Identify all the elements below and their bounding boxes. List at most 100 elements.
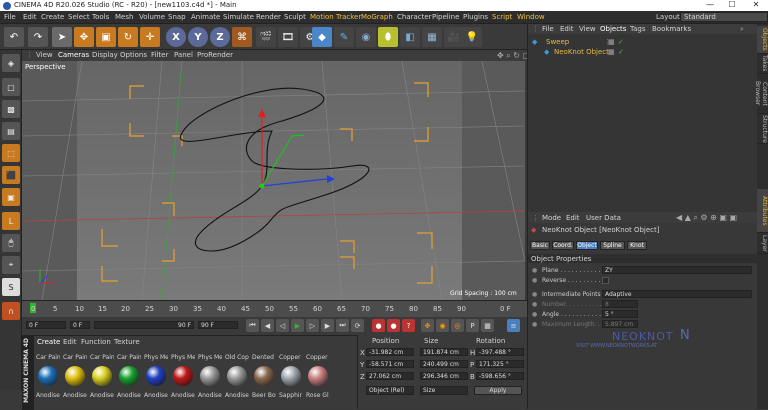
- render-picture-viewer-icon[interactable]: 🎞: [278, 27, 298, 47]
- cube-icon[interactable]: ◆: [312, 27, 332, 47]
- material-ball-icon[interactable]: [200, 366, 220, 386]
- maximize-button[interactable]: ☐: [722, 0, 742, 9]
- attr-tab-coord[interactable]: Coord.: [552, 241, 574, 250]
- snap-icon[interactable]: ⌖: [2, 256, 20, 274]
- attr-menu-edit[interactable]: Edit: [566, 214, 580, 222]
- menu-tools[interactable]: Tools: [92, 13, 109, 21]
- subdivision-icon[interactable]: ◉: [356, 27, 376, 47]
- polygons-mode-icon[interactable]: ▣: [2, 188, 20, 206]
- viewport[interactable]: Perspective Grid Spacing : 100 cm: [22, 61, 525, 300]
- obj-options-icon[interactable]: ⋮: [532, 25, 539, 33]
- viewport-menu-options[interactable]: Options: [120, 51, 147, 59]
- coord-rotation-field[interactable]: 171.325 °: [476, 360, 524, 368]
- magnet-icon[interactable]: ∩: [2, 302, 20, 320]
- viewport-nav-icon[interactable]: ✥ ⌕ ↻ ▢: [497, 51, 530, 61]
- coord-rotation-field[interactable]: -598.656 °: [476, 372, 524, 380]
- next-frame-icon[interactable]: ▷: [306, 319, 319, 332]
- viewport-menu-cameras[interactable]: Cameras: [58, 51, 89, 59]
- param-value-field[interactable]: 8: [602, 300, 638, 308]
- material-ball-icon[interactable]: [308, 366, 328, 386]
- scale-icon[interactable]: ▣: [96, 27, 116, 47]
- layout-select[interactable]: Standard: [680, 12, 768, 22]
- material-ball-icon[interactable]: [227, 366, 247, 386]
- attr-tab-object[interactable]: Object: [576, 241, 598, 250]
- coord-size-field[interactable]: 191.874 cm: [420, 348, 468, 356]
- reverse-checkbox[interactable]: [602, 277, 609, 284]
- viewport-menu-panel[interactable]: Panel: [174, 51, 193, 59]
- side-tab-takes[interactable]: Takes: [757, 54, 768, 74]
- menu-plugins[interactable]: Plugins: [463, 13, 488, 21]
- menu-render[interactable]: Render: [256, 13, 281, 21]
- menu-file[interactable]: File: [4, 13, 16, 21]
- obj-menu-bookmarks[interactable]: Bookmarks: [652, 25, 691, 33]
- floor-icon[interactable]: ▦: [422, 27, 442, 47]
- current-frame-field[interactable]: 0 F: [26, 321, 66, 329]
- preview-range-slider[interactable]: 90 F: [94, 321, 194, 329]
- camera-icon[interactable]: 🎥: [444, 27, 464, 47]
- side-tab-objects[interactable]: Objects: [757, 26, 768, 54]
- param-value-field[interactable]: 5.897 cm: [602, 320, 638, 328]
- menu-edit[interactable]: Edit: [23, 13, 37, 21]
- param-anim-dot-icon[interactable]: ●: [532, 321, 537, 328]
- object-origin[interactable]: [259, 183, 265, 189]
- obj-menu-edit[interactable]: Edit: [560, 25, 574, 33]
- menu-script[interactable]: Script: [492, 13, 512, 21]
- y-axis-lock-button[interactable]: Y: [188, 27, 208, 47]
- undo-icon[interactable]: ↶: [4, 27, 24, 47]
- attr-tab-spline[interactable]: Spline: [600, 241, 625, 250]
- menu-sculpt[interactable]: Sculpt: [284, 13, 306, 21]
- param-anim-dot-icon[interactable]: ●: [532, 311, 537, 318]
- material-ball-icon[interactable]: [254, 366, 274, 386]
- edges-mode-icon[interactable]: ⬛: [2, 166, 20, 184]
- coord-position-field[interactable]: -31.982 cm: [366, 348, 414, 356]
- obj-menu-view[interactable]: View: [579, 25, 596, 33]
- menu-simulate[interactable]: Simulate: [223, 13, 254, 21]
- side-tab-layer[interactable]: Layer: [757, 234, 768, 254]
- menu-pipeline[interactable]: Pipeline: [432, 13, 459, 21]
- material-ball-icon[interactable]: [146, 366, 166, 386]
- attr-options-icon[interactable]: ⋮: [532, 214, 539, 222]
- menu-animate[interactable]: Animate: [191, 13, 220, 21]
- viewport-menu-prorender[interactable]: ProRender: [197, 51, 233, 59]
- attr-menu-mode[interactable]: Mode: [542, 214, 561, 222]
- workplane-icon[interactable]: ▤: [2, 122, 20, 140]
- material-ball-icon[interactable]: [65, 366, 85, 386]
- viewport-menu-view[interactable]: View: [36, 51, 53, 59]
- end-frame-field[interactable]: 90 F: [198, 321, 238, 329]
- param-anim-dot-icon[interactable]: ●: [532, 267, 537, 274]
- mat-menu-edit[interactable]: Edit: [63, 338, 77, 346]
- go-to-start-icon[interactable]: ⏮: [246, 319, 259, 332]
- material-ball-icon[interactable]: [38, 366, 58, 386]
- deformer-icon[interactable]: ◧: [400, 27, 420, 47]
- redo-icon[interactable]: ↷: [28, 27, 48, 47]
- param-dropdown[interactable]: ZY: [602, 266, 752, 274]
- menu-window[interactable]: Window: [517, 13, 545, 21]
- object-row-sweep[interactable]: ◆ Sweep ⋮ ▦ ✓: [530, 37, 756, 47]
- timeline-menu-icon[interactable]: ≡: [507, 319, 520, 332]
- param-dropdown[interactable]: Adaptive: [602, 290, 752, 298]
- obj-menu-objects[interactable]: Objects: [600, 25, 626, 33]
- pen-icon[interactable]: ✎: [334, 27, 354, 47]
- obj-menu-file[interactable]: File: [542, 25, 554, 33]
- attr-nav-icons[interactable]: ◀ ▲ ⌕ ⚙ ⊕ ▣ ▣: [676, 213, 737, 223]
- material-ball-icon[interactable]: [92, 366, 112, 386]
- texture-mode-icon[interactable]: ▩: [2, 100, 20, 118]
- minimize-button[interactable]: —: [700, 0, 720, 9]
- apply-button[interactable]: Apply: [474, 386, 522, 395]
- attr-tab-basic[interactable]: Basic: [530, 241, 550, 250]
- next-key-icon[interactable]: ▶: [321, 319, 334, 332]
- rotate-icon[interactable]: ↻: [118, 27, 138, 47]
- model-mode-icon[interactable]: ▢: [2, 78, 20, 96]
- key-rotation-icon[interactable]: ◉: [436, 319, 449, 332]
- start-frame-field[interactable]: 0 F: [70, 321, 90, 329]
- coord-position-field[interactable]: -58.571 cm: [366, 360, 414, 368]
- side-tab-attributes[interactable]: Attributes: [757, 189, 768, 233]
- key-scale-icon[interactable]: ◎: [451, 319, 464, 332]
- attr-tab-knot[interactable]: Knot: [627, 241, 647, 250]
- autokey-icon[interactable]: ●: [387, 319, 400, 332]
- menu-volume[interactable]: Volume: [139, 13, 165, 21]
- obj-search-icon[interactable]: ⌕: [740, 25, 744, 34]
- menu-mesh[interactable]: Mesh: [115, 13, 133, 21]
- loop-icon[interactable]: ⟳: [351, 319, 364, 332]
- light-icon[interactable]: 💡: [462, 27, 482, 47]
